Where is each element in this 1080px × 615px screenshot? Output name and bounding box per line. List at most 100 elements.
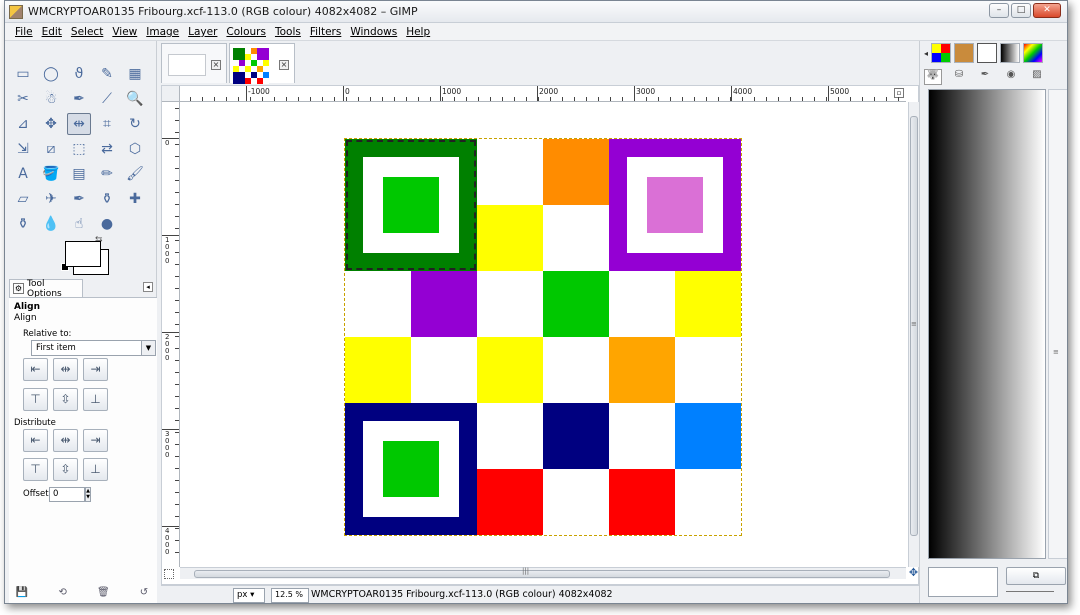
relative-to-select[interactable]: First item ▼	[31, 340, 156, 356]
fuzzy-select-icon[interactable]: ✎	[95, 63, 119, 85]
cage-icon[interactable]: ⬡	[123, 138, 147, 160]
image-tab-blank[interactable]: ×	[161, 43, 227, 83]
scroll-left-icon[interactable]: ◂	[924, 49, 928, 58]
foreground-select-icon[interactable]: ☃	[39, 88, 63, 110]
flip-icon[interactable]: ⇄	[95, 138, 119, 160]
scale-icon[interactable]: ⇲	[11, 138, 35, 160]
delete-icon[interactable]: 🗑	[96, 587, 110, 599]
zoom-select[interactable]: 12.5 %	[271, 588, 309, 603]
vertical-scrollbar[interactable]: ≡	[908, 102, 919, 567]
lasso-icon[interactable]: ϑ	[67, 63, 91, 85]
menu-windows[interactable]: Windows	[346, 23, 402, 40]
foreground-color-swatch[interactable]	[65, 241, 101, 267]
smudge-icon[interactable]: ☝	[67, 213, 91, 235]
blend-icon[interactable]: ▤	[67, 163, 91, 185]
move-icon[interactable]: ✥	[39, 113, 63, 135]
text-icon[interactable]: A	[11, 163, 35, 185]
offset-input[interactable]: 0	[49, 487, 85, 502]
shear-icon[interactable]: ⧄	[39, 138, 63, 160]
close-tab-icon[interactable]: ×	[279, 60, 289, 70]
perspective-clone-icon[interactable]: ⚱	[11, 213, 35, 235]
menu-filters[interactable]: Filters	[306, 23, 346, 40]
paintbrush-icon[interactable]: 🖌	[123, 163, 147, 185]
rect-select-icon[interactable]: ▭	[11, 63, 35, 85]
align-left-button[interactable]: ⇤	[23, 358, 48, 381]
save-icon[interactable]: 💾	[15, 587, 29, 599]
image-canvas[interactable]	[181, 103, 905, 567]
colormap-icon[interactable]: ◉	[1002, 69, 1020, 85]
reset-icon[interactable]: ↺	[137, 587, 151, 599]
histogram-icon[interactable]: ▨	[1028, 69, 1046, 85]
perspective-icon[interactable]: ⬚	[67, 138, 91, 160]
pencil-icon[interactable]: ✏	[95, 163, 119, 185]
select-by-color-icon[interactable]: ▦	[123, 63, 147, 85]
menu-select[interactable]: Select	[67, 23, 108, 40]
menu-layer[interactable]: Layer	[184, 23, 222, 40]
close-button[interactable]: ✕	[1033, 3, 1061, 18]
menu-image[interactable]: Image	[142, 23, 184, 40]
distribute-bottom-button[interactable]: ⊥	[83, 458, 108, 481]
align-icon[interactable]: ⇹	[67, 113, 91, 135]
zoom-fit-icon[interactable]: ▫	[894, 88, 904, 98]
distribute-middle-button[interactable]: ⇳	[53, 458, 78, 481]
dock-scrollbar[interactable]: ≡	[1048, 89, 1067, 559]
menu-edit[interactable]: Edit	[38, 23, 67, 40]
blur-icon[interactable]: 💧	[39, 213, 63, 235]
offset-spinner[interactable]: ▲ ▼	[85, 487, 91, 502]
align-top-button[interactable]: ⊤	[23, 388, 48, 411]
layers-icon[interactable]: 🐺	[924, 69, 942, 85]
distribute-center-button[interactable]: ⇹	[53, 429, 78, 452]
ruler-corner[interactable]	[162, 86, 180, 102]
heal-icon[interactable]: ✚	[123, 188, 147, 210]
unit-select[interactable]: px ▾	[233, 588, 265, 603]
distribute-top-button[interactable]: ⊤	[23, 458, 48, 481]
brush-preview-box[interactable]	[928, 567, 998, 597]
align-bottom-button[interactable]: ⊥	[83, 388, 108, 411]
rotate-icon[interactable]: ↻	[123, 113, 147, 135]
paths-icon[interactable]: ✒	[67, 88, 91, 110]
align-right-button[interactable]: ⇥	[83, 358, 108, 381]
align-middle-button[interactable]: ⇳	[53, 388, 78, 411]
zoom-icon[interactable]: 🔍	[123, 88, 147, 110]
paths-icon[interactable]: ✒	[976, 69, 994, 85]
gradients-icon[interactable]	[1000, 43, 1021, 63]
vertical-ruler[interactable]: 0 1000 2000 3000 4000	[162, 102, 180, 567]
bucket-fill-icon[interactable]: 🪣	[39, 163, 63, 185]
ellipse-select-icon[interactable]: ◯	[39, 63, 63, 85]
purple-square-layer[interactable]	[609, 139, 741, 271]
quick-mask-toggle[interactable]	[164, 569, 174, 579]
align-center-button[interactable]: ⇹	[53, 358, 78, 381]
eraser-icon[interactable]: ▱	[11, 188, 35, 210]
title-bar[interactable]: WMCRYPTOAR0135 Fribourg.xcf-113.0 (RGB c…	[5, 1, 1067, 23]
distribute-left-button[interactable]: ⇤	[23, 429, 48, 452]
measure-icon[interactable]: ⊿	[11, 113, 35, 135]
green-square-layer[interactable]	[345, 139, 477, 271]
horizontal-scrollbar[interactable]: |||	[180, 567, 906, 579]
menu-help[interactable]: Help	[402, 23, 435, 40]
navy-square-layer[interactable]	[345, 403, 477, 535]
ink-icon[interactable]: ✒	[67, 188, 91, 210]
dodge-burn-icon[interactable]: ●	[95, 213, 119, 235]
distribute-right-button[interactable]: ⇥	[83, 429, 108, 452]
menu-file[interactable]: File	[11, 23, 38, 40]
menu-colours[interactable]: Colours	[222, 23, 271, 40]
menu-view[interactable]: View	[108, 23, 142, 40]
gradient-preview[interactable]	[928, 89, 1046, 559]
minimize-button[interactable]: –	[989, 3, 1009, 18]
color-picker-icon[interactable]: ⟋	[95, 88, 119, 110]
airbrush-icon[interactable]: ✈	[39, 188, 63, 210]
scroll-thumb[interactable]	[194, 570, 890, 578]
panel-menu-button[interactable]: ◂	[143, 282, 153, 292]
image-tab-active[interactable]: ×	[229, 43, 295, 84]
open-editor-button[interactable]: ⧉	[1006, 567, 1066, 585]
restore-icon[interactable]: ⟲	[56, 587, 70, 599]
tab-tool-options[interactable]: ⚙ Tool Options	[9, 279, 83, 299]
brushes-icon[interactable]	[977, 43, 998, 63]
maximize-button[interactable]: □	[1011, 3, 1031, 18]
channels-icon[interactable]: ⛁	[950, 69, 968, 85]
clone-icon[interactable]: ⚱	[95, 188, 119, 210]
close-tab-icon[interactable]: ×	[211, 60, 221, 70]
fonts-icon[interactable]	[954, 43, 975, 63]
patterns-icon[interactable]	[931, 43, 952, 63]
menu-tools[interactable]: Tools	[271, 23, 306, 40]
